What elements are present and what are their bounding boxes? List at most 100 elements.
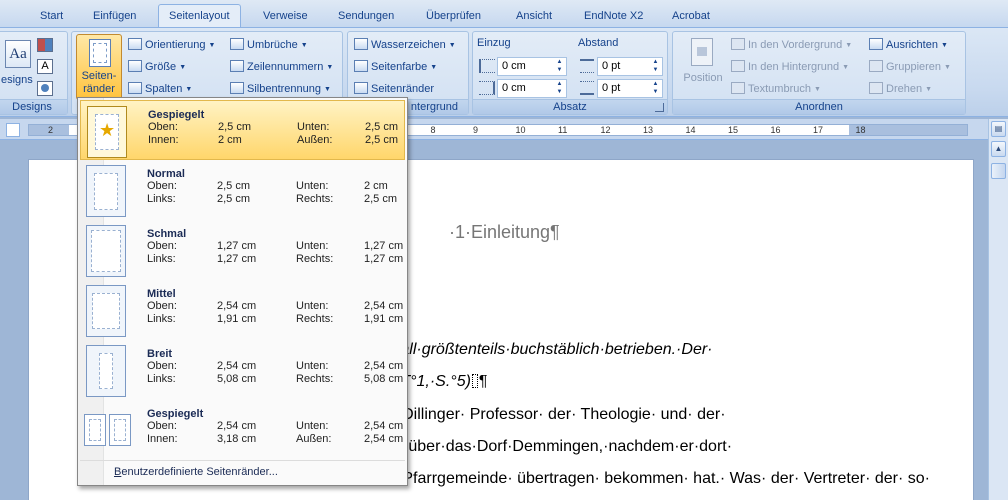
page-margins-icon — [86, 225, 126, 277]
margin-label: Oben: — [147, 240, 177, 252]
position-button[interactable]: Position — [677, 34, 729, 98]
spacing-after-icon — [580, 81, 594, 95]
designs-group-label: Designs — [0, 99, 67, 114]
spacing-after-input[interactable]: 0 pt ▲ ▼ — [597, 79, 663, 98]
group-icon — [869, 60, 883, 72]
tab-selector-icon[interactable] — [6, 123, 20, 137]
margins-preset-item[interactable]: Schmal Oben: 1,27 cm Unten: 1,27 cm Links: 1,2… — [80, 220, 405, 280]
columns-button[interactable]: Spalten ▼ — [128, 80, 192, 98]
margin-value: 2 cm — [364, 180, 388, 192]
margin-value: 2,54 cm — [217, 360, 257, 372]
margin-label: Oben: — [147, 300, 177, 312]
tab-acrobat[interactable]: Acrobat — [662, 6, 720, 27]
document-heading: ·1·Einleitung¶ — [449, 222, 560, 242]
spin-arrows-icon[interactable]: ▲ ▼ — [554, 58, 565, 75]
ruler-toggle-icon[interactable]: ▤ — [991, 121, 1006, 137]
tab-ueberpruefen[interactable]: Überprüfen — [416, 6, 491, 27]
watermark-button[interactable]: Wasserzeichen ▼ — [354, 36, 456, 54]
rotate-button[interactable]: Drehen ▼ — [869, 80, 932, 98]
margin-value: 2,5 cm — [365, 134, 399, 146]
tab-ansicht[interactable]: Ansicht — [506, 6, 562, 27]
theme-colors-icon[interactable] — [37, 38, 53, 52]
size-button[interactable]: Größe ▼ — [128, 58, 186, 76]
spacing-before-icon — [580, 59, 594, 73]
text-wrap-button[interactable]: Textumbruch ▼ — [731, 80, 821, 98]
dialog-launcher-icon[interactable] — [655, 103, 664, 112]
margins-preset-item[interactable]: ★ Gespiegelt Oben: 2,5 cm Unten: 2,5 cm Innen:… — [80, 100, 405, 160]
margins-preset-title: Breit — [147, 348, 173, 360]
align-button[interactable]: Ausrichten ▼ — [869, 36, 948, 54]
breaks-button[interactable]: Umbrüche ▼ — [230, 36, 308, 54]
tab-einfuegen[interactable]: Einfügen — [83, 6, 146, 27]
vertical-scrollbar[interactable]: ▤ ▲ — [988, 119, 1008, 500]
tab-sendungen[interactable]: Sendungen — [328, 6, 404, 27]
spin-arrows-icon[interactable]: ▲ ▼ — [650, 80, 661, 97]
spin-arrows-icon[interactable]: ▲ ▼ — [650, 58, 661, 75]
margin-value: 2,54 cm — [364, 360, 404, 372]
send-back-icon — [731, 60, 745, 72]
watermark-label: Wasserzeichen — [371, 39, 446, 51]
send-back-button[interactable]: In den Hintergrund ▼ — [731, 58, 849, 76]
margins-icon — [89, 39, 111, 67]
orientation-button[interactable]: Orientierung ▼ — [128, 36, 215, 54]
margins-preset-item[interactable]: Normal Oben: 2,5 cm Unten: 2 cm Links: 2,5 cm R… — [80, 160, 405, 220]
indent-left-input[interactable]: 0 cm ▲ ▼ — [497, 57, 567, 76]
margin-value: 2,5 cm — [365, 121, 399, 133]
designs-button[interactable]: Aa esigns — [1, 36, 35, 94]
margins-button[interactable]: Seiten- ränder — [76, 34, 122, 100]
theme-effects-icon[interactable] — [37, 81, 53, 96]
tab-verweise[interactable]: Verweise — [253, 6, 318, 27]
scroll-up-icon[interactable]: ▲ — [991, 141, 1006, 157]
ruler-number: 18 — [855, 125, 866, 135]
margins-preset-item[interactable]: Mittel Oben: 2,54 cm Unten: 2,54 cm Links: 1,9… — [80, 280, 405, 340]
rotate-icon — [869, 82, 883, 94]
margin-value: 5,08 cm — [217, 373, 257, 385]
margin-value: 2,54 cm — [364, 420, 404, 432]
text-wrap-label: Textumbruch — [748, 83, 811, 95]
rotate-label: Drehen — [886, 83, 923, 95]
ruler-number: 8 — [430, 125, 436, 135]
bring-front-button[interactable]: In den Vordergrund ▼ — [731, 36, 852, 54]
margin-value: 5,08 cm — [364, 373, 404, 385]
group-button[interactable]: Gruppieren ▼ — [869, 58, 951, 76]
hyphenation-button[interactable]: Silbentrennung ▼ — [230, 80, 331, 98]
margin-label: Unten: — [296, 180, 329, 192]
page-color-button[interactable]: Seitenfarbe ▼ — [354, 58, 437, 76]
ruler-number: 14 — [685, 125, 696, 135]
ruler-number: 2 — [48, 125, 54, 135]
margin-label: Unten: — [296, 420, 329, 432]
line-numbers-button[interactable]: Zeilennummern ▼ — [230, 58, 333, 76]
page-borders-button[interactable]: Seitenränder — [354, 80, 434, 98]
breaks-icon — [230, 38, 244, 50]
tab-seitenlayout[interactable]: Seitenlayout — [158, 4, 241, 28]
spin-arrows-icon[interactable]: ▲ ▼ — [554, 80, 565, 97]
ruler-number: 12 — [600, 125, 611, 135]
custom-margins-menu-item[interactable]: Benutzerdefinierte Seitenränder... — [80, 462, 405, 482]
themes-icon: Aa — [5, 40, 31, 68]
page-margins-icon — [86, 165, 126, 217]
ruler-number: 16 — [770, 125, 781, 135]
margin-value: 1,91 cm — [364, 313, 404, 325]
tab-endnote[interactable]: EndNote X2 — [574, 6, 653, 27]
margins-preset-title: Schmal — [147, 228, 187, 240]
margin-value: 1,91 cm — [217, 313, 257, 325]
theme-fonts-icon[interactable]: A — [37, 59, 53, 74]
line-numbers-icon — [230, 60, 244, 72]
margin-value: 2,5 cm — [364, 193, 398, 205]
tab-start[interactable]: Start — [30, 6, 73, 27]
hyphenation-icon — [230, 82, 244, 94]
margin-label: Außen: — [296, 433, 332, 445]
margin-value: 3,18 cm — [217, 433, 257, 445]
margin-label: Unten: — [296, 360, 329, 372]
page-color-icon — [354, 60, 368, 72]
line-numbers-label: Zeilennummern — [247, 61, 324, 73]
spacing-before-input[interactable]: 0 pt ▲ ▼ — [597, 57, 663, 76]
favorite-star-icon: ★ — [99, 120, 116, 140]
scroll-thumb[interactable] — [991, 163, 1006, 179]
page-borders-label: Seitenränder — [371, 83, 434, 95]
margin-label: Rechts: — [296, 193, 334, 205]
indent-right-input[interactable]: 0 cm ▲ ▼ — [497, 79, 567, 98]
margins-preset-item[interactable]: Gespiegelt Oben: 2,54 cm Unten: 2,54 cm Innen… — [80, 400, 405, 460]
margins-preset-item[interactable]: Breit Oben: 2,54 cm Unten: 2,54 cm Links: 5,08… — [80, 340, 405, 400]
columns-label: Spalten — [145, 83, 183, 95]
